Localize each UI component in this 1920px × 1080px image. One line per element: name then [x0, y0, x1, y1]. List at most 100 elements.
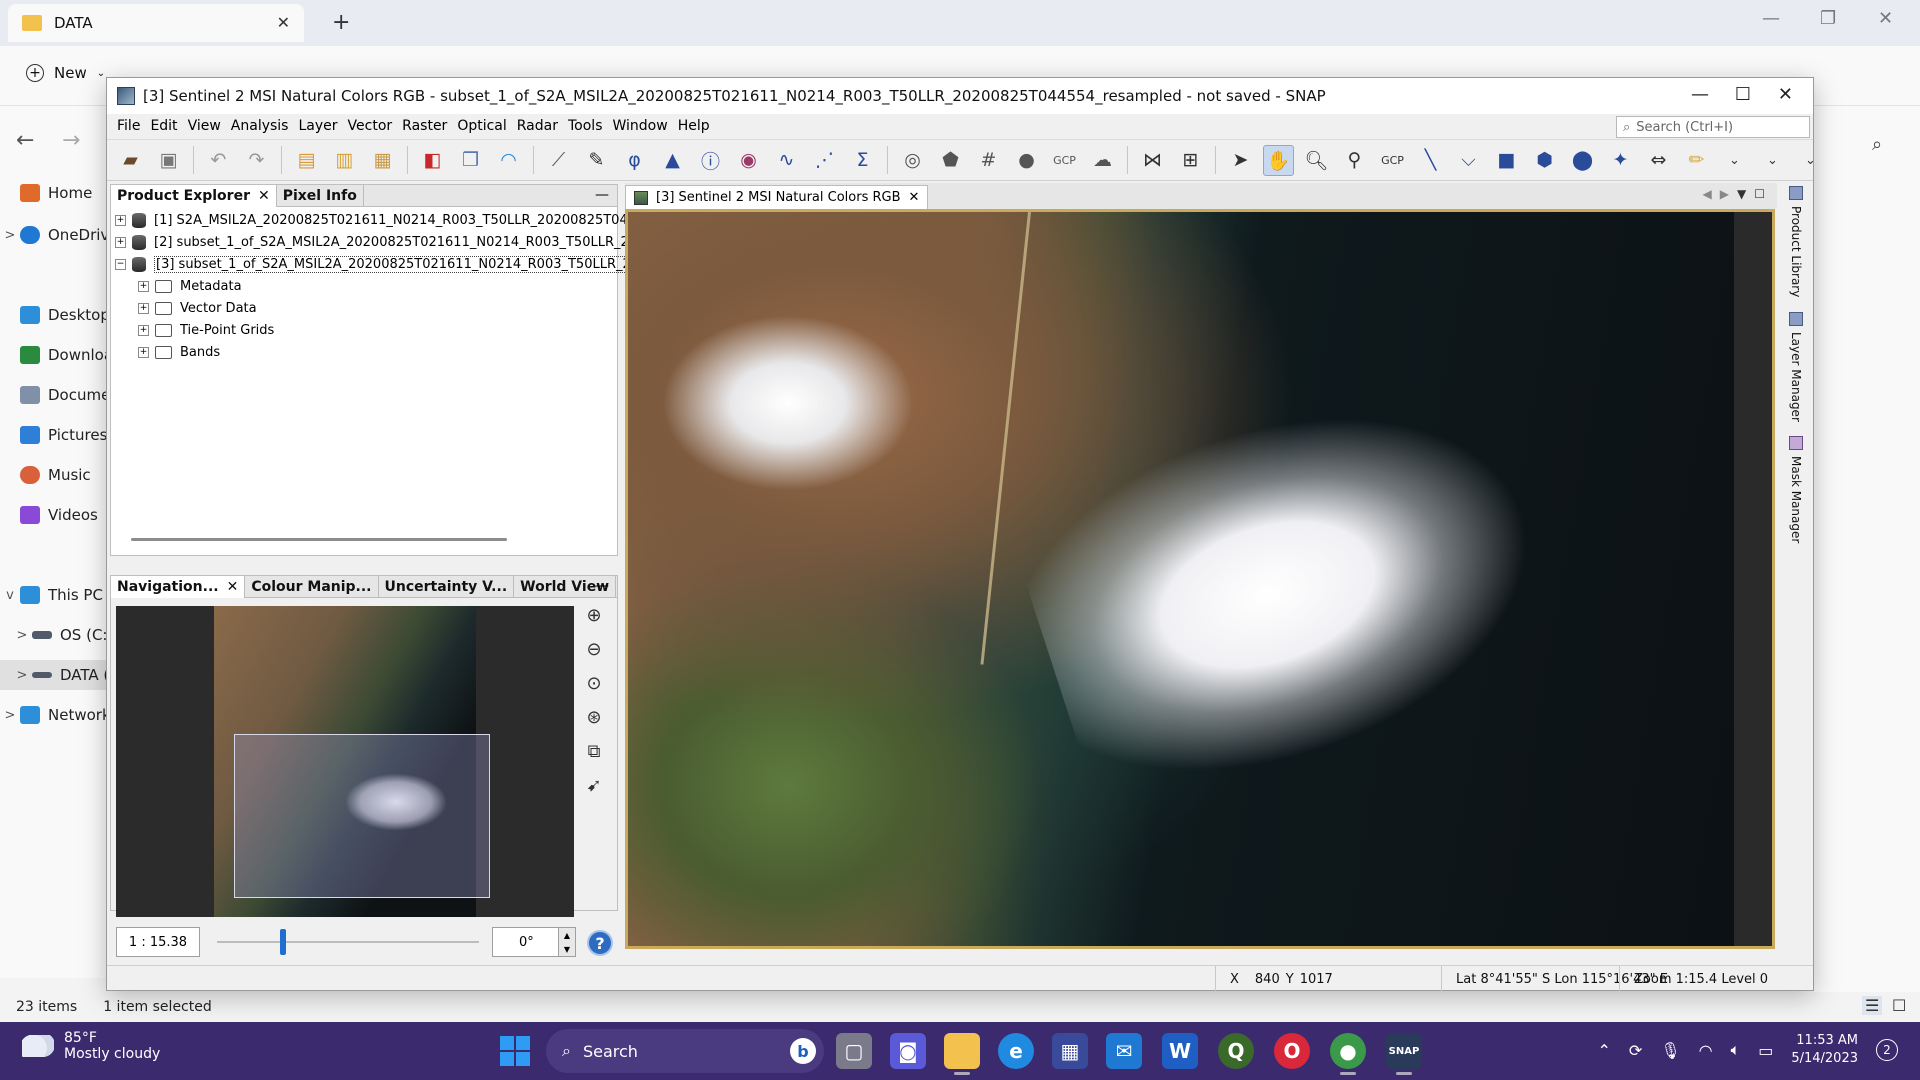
close-icon[interactable]: ✕	[1778, 84, 1793, 105]
sidebar-item-downloads[interactable]: Downloads	[0, 340, 108, 370]
teams-chat-icon[interactable]: ◙	[890, 1033, 926, 1069]
search-field[interactable]: ⌕ Search (Ctrl+I)	[1616, 116, 1810, 138]
spectrum-icon[interactable]: φ	[619, 145, 650, 176]
batch-processing-icon[interactable]: ⊞	[1175, 145, 1206, 176]
search-icon[interactable]: ⌕	[1872, 134, 1882, 155]
back-arrow-icon[interactable]: ←	[16, 128, 34, 153]
pin-icon[interactable]: ⬟	[935, 145, 966, 176]
zoom-out-icon[interactable]: ⊖	[581, 636, 607, 662]
restore-icon[interactable]: ❐	[1820, 8, 1836, 29]
tab-product-explorer[interactable]: Product Explorer ✕	[111, 185, 277, 207]
new-tab-button[interactable]: +	[332, 10, 350, 35]
close-tab-icon[interactable]: ✕	[277, 13, 290, 32]
collapse-icon[interactable]: −	[115, 258, 126, 270]
minimize-panel-icon[interactable]: —	[595, 187, 609, 203]
edge-icon[interactable]: e	[998, 1033, 1034, 1069]
tab-layer-manager[interactable]: Layer Manager	[1786, 312, 1806, 422]
open-product-icon[interactable]: ▰	[115, 145, 146, 176]
chevron-left-icon[interactable]: ◀	[1703, 187, 1712, 201]
sidebar-item-network[interactable]: > Network	[0, 700, 108, 730]
tab-pixel-info[interactable]: Pixel Info	[277, 185, 364, 207]
sidebar-item-music[interactable]: Music	[0, 460, 108, 490]
satellite-image-view[interactable]	[625, 209, 1775, 949]
zoom-all-icon[interactable]: ⊛	[581, 704, 607, 730]
chrome-icon[interactable]: ●	[1330, 1033, 1366, 1075]
sidebar-item-documents[interactable]: Documents	[0, 380, 108, 410]
more-tools-icon[interactable]: ⌄	[1719, 145, 1750, 176]
close-icon[interactable]: ✕	[1878, 8, 1893, 29]
range-finder-icon[interactable]: ⇔	[1643, 145, 1674, 176]
pin-placing-tool-icon[interactable]: ⚲	[1339, 145, 1370, 176]
profile-plot-icon[interactable]: ∿	[771, 145, 802, 176]
snap-app-icon[interactable]: SNAP	[1386, 1033, 1422, 1075]
tab-product-library[interactable]: Product Library	[1786, 186, 1806, 297]
microphone-icon[interactable]: 🎙︎	[1660, 1041, 1680, 1060]
wave-icon[interactable]: ◠	[493, 145, 524, 176]
expand-icon[interactable]: +	[138, 280, 149, 292]
product-node-2[interactable]: + [2] subset_1_of_S2A_MSIL2A_20200825T02…	[115, 231, 629, 253]
product-node-1[interactable]: + [1] S2A_MSIL2A_20200825T021611_N0214_R…	[115, 209, 636, 231]
zoom-slider-track[interactable]	[217, 941, 479, 943]
viewport-rectangle[interactable]	[234, 734, 490, 898]
pan-tool-icon[interactable]: ✋	[1263, 144, 1294, 176]
menu-edit[interactable]: Edit	[145, 118, 182, 134]
menu-radar[interactable]: Radar	[512, 118, 563, 134]
menu-optical[interactable]: Optical	[452, 118, 511, 134]
menu-help[interactable]: Help	[673, 118, 715, 134]
sidebar-item-pictures[interactable]: Pictures	[0, 420, 108, 450]
product-node-3[interactable]: − [3] subset_1_of_S2A_MSIL2A_20200825T02…	[115, 253, 633, 275]
opera-icon[interactable]: O	[1274, 1033, 1310, 1069]
wifi-icon[interactable]: ◠	[1699, 1041, 1713, 1060]
menu-file[interactable]: File	[112, 118, 145, 134]
tree-node-vector-data[interactable]: + Vector Data	[138, 297, 257, 319]
polyline-drawing-tool-icon[interactable]: ⌵	[1453, 145, 1484, 176]
mask-icon[interactable]: ◎	[897, 145, 928, 176]
globe-icon[interactable]: ◉	[733, 145, 764, 176]
clock[interactable]: 11:53 AM 5/14/2023	[1791, 1032, 1858, 1068]
more-tools-icon[interactable]: ⌄	[1757, 145, 1788, 176]
sync-icon[interactable]: ⟳	[1629, 1041, 1642, 1060]
help-icon[interactable]: ?	[587, 930, 613, 956]
sidebar-item-desktop[interactable]: Desktop	[0, 300, 108, 330]
forward-arrow-icon[interactable]: →	[62, 128, 80, 153]
expand-icon[interactable]: +	[138, 302, 149, 314]
zoom-slider-thumb[interactable]	[279, 929, 286, 955]
histogram-icon[interactable]: ▲	[657, 145, 688, 176]
line-drawing-tool-icon[interactable]: ╲	[1415, 145, 1446, 176]
qgis-icon[interactable]: Q	[1218, 1033, 1254, 1069]
expand-icon[interactable]: +	[115, 214, 126, 226]
start-button[interactable]	[500, 1036, 530, 1066]
select-tool-icon[interactable]: ➤	[1225, 145, 1256, 176]
close-tab-icon[interactable]: ✕	[227, 579, 239, 595]
menu-view[interactable]: View	[183, 118, 226, 134]
ruler-icon[interactable]: ✏	[1681, 145, 1712, 176]
notification-badge[interactable]: 2	[1876, 1039, 1898, 1061]
tree-node-bands[interactable]: + Bands	[138, 341, 220, 363]
sync-cursor-icon[interactable]: ➹	[581, 772, 607, 798]
sidebar-item-this-pc[interactable]: v This PC	[0, 580, 108, 610]
menu-raster[interactable]: Raster	[397, 118, 452, 134]
navigation-overview[interactable]	[116, 606, 574, 917]
polygon-drawing-tool-icon[interactable]: ⬢	[1529, 145, 1560, 176]
maximize-icon[interactable]: ☐	[1735, 84, 1751, 105]
spinner-up-icon[interactable]: ▲	[564, 931, 570, 940]
statistics-icon[interactable]: Σ	[847, 145, 878, 176]
graph-builder-icon[interactable]: ⋈	[1137, 145, 1168, 176]
tab-colour-manipulation[interactable]: Colour Manip...	[245, 576, 379, 598]
chevron-right-icon[interactable]: ▶	[1720, 187, 1729, 201]
close-tab-icon[interactable]: ✕	[909, 190, 920, 205]
details-view-icon[interactable]: ☰	[1862, 996, 1883, 1015]
menu-vector[interactable]: Vector	[343, 118, 398, 134]
chevron-up-icon[interactable]: ⌃	[1598, 1041, 1611, 1060]
horizontal-scrollbar[interactable]	[131, 538, 507, 541]
pin-manager-icon[interactable]: ●	[1011, 145, 1042, 176]
tab-navigation[interactable]: Navigation... ✕	[111, 576, 246, 598]
word-icon[interactable]: W	[1162, 1033, 1198, 1069]
menu-tools[interactable]: Tools	[563, 118, 608, 134]
close-tab-icon[interactable]: ✕	[258, 188, 270, 204]
undo-icon[interactable]: ↶	[203, 145, 234, 176]
tree-node-tie-point-grids[interactable]: + Tie-Point Grids	[138, 319, 274, 341]
taskbar-search[interactable]: ⌕ Search b	[546, 1029, 824, 1073]
cloud-icon[interactable]: ☁	[1087, 145, 1118, 176]
task-view-icon[interactable]: ▢	[836, 1033, 872, 1069]
